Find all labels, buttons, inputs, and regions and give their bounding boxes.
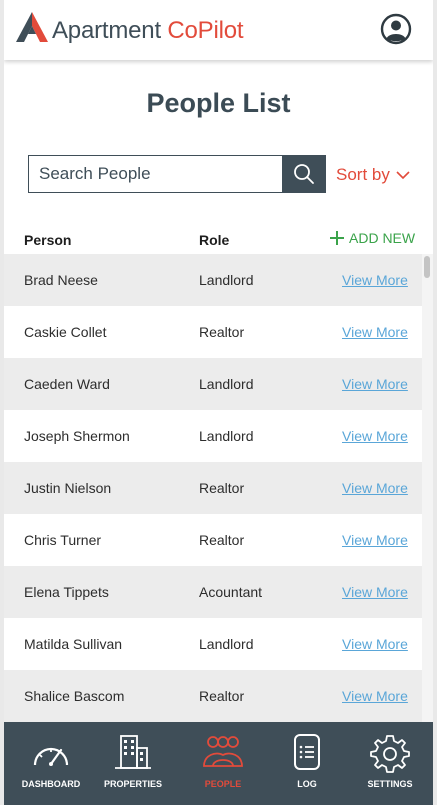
nav-dashboard[interactable]: DASHBOARD <box>4 722 98 805</box>
column-header-person: Person <box>24 232 72 248</box>
list-scrollbar[interactable] <box>422 254 433 722</box>
person-name: Elena Tippets <box>24 584 109 600</box>
sort-label: Sort by <box>336 165 390 184</box>
brand-accent-text: CoPilot <box>167 17 244 44</box>
view-more-link[interactable]: View More <box>342 688 408 704</box>
person-name: Shalice Bascom <box>24 688 125 704</box>
brand-main-text: Apartment <box>52 17 168 44</box>
view-more-link[interactable]: View More <box>342 324 408 340</box>
person-role: Acountant <box>199 584 263 600</box>
app-frame: Apartment CoPilot People List Sort by Pe… <box>4 0 433 805</box>
nav-label-people: PEOPLE <box>204 779 242 789</box>
nav-properties[interactable]: PROPERTIES <box>86 722 180 805</box>
view-more-link[interactable]: View More <box>342 532 408 548</box>
nav-log[interactable]: LOG <box>260 722 354 805</box>
people-icon <box>203 736 243 767</box>
view-more-link[interactable]: View More <box>342 480 408 496</box>
person-name: Chris Turner <box>24 532 102 548</box>
nav-settings[interactable]: SETTINGS <box>343 722 433 805</box>
top-header: Apartment CoPilot <box>4 0 433 60</box>
view-more-link[interactable]: View More <box>342 636 408 652</box>
page-title: People List <box>146 88 291 118</box>
person-role: Realtor <box>199 480 245 496</box>
add-new-label: ADD NEW <box>349 230 416 246</box>
view-more-link[interactable]: View More <box>342 428 408 444</box>
add-new-button[interactable]: ADD NEW <box>330 230 415 246</box>
person-role: Landlord <box>199 428 254 444</box>
list-item: Caeden Ward Landlord View More <box>4 358 422 410</box>
nav-label-log: LOG <box>297 779 317 789</box>
view-more-link[interactable]: View More <box>342 272 408 288</box>
list-item: Chris Turner Realtor View More <box>4 514 422 566</box>
people-list: Brad Neese Landlord View More Caskie Col… <box>4 254 433 722</box>
column-header-role: Role <box>199 232 230 248</box>
gear-icon <box>370 735 410 773</box>
list-item: Justin Nielson Realtor View More <box>4 462 422 514</box>
person-name: Joseph Shermon <box>24 428 130 444</box>
person-role: Landlord <box>199 272 254 288</box>
gauge-icon <box>33 747 69 766</box>
scrollbar-thumb[interactable] <box>424 256 430 278</box>
nav-people[interactable]: PEOPLE <box>176 722 270 805</box>
sort-dropdown[interactable]: Sort by <box>336 165 410 185</box>
view-more-link[interactable]: View More <box>342 584 408 600</box>
nav-label-settings: SETTINGS <box>367 779 413 789</box>
search-input[interactable] <box>28 155 284 193</box>
search-icon <box>294 164 314 184</box>
list-item: Shalice Bascom Realtor View More <box>4 670 422 722</box>
view-more-link[interactable]: View More <box>342 376 408 392</box>
nav-label-properties: PROPERTIES <box>103 779 162 789</box>
chevron-down-icon <box>396 170 410 179</box>
search-button[interactable] <box>282 155 326 193</box>
document-icon <box>294 734 320 770</box>
person-role: Landlord <box>199 376 254 392</box>
person-role: Landlord <box>199 636 254 652</box>
person-name: Matilda Sullivan <box>24 636 123 652</box>
list-item: Matilda Sullivan Landlord View More <box>4 618 422 670</box>
app-brand: Apartment CoPilot <box>52 17 244 45</box>
person-name: Caeden Ward <box>24 376 110 392</box>
logo-icon <box>16 12 48 42</box>
list-item: Brad Neese Landlord View More <box>4 254 422 306</box>
person-role: Realtor <box>199 324 245 340</box>
bottom-nav: DASHBOARD PROPERTIES PEOPLE LOG SETTINGS <box>4 722 433 805</box>
person-name: Brad Neese <box>24 272 98 288</box>
nav-label-dashboard: DASHBOARD <box>21 779 81 789</box>
buildings-icon <box>115 735 151 769</box>
person-name: Caskie Collet <box>24 324 107 340</box>
person-role: Realtor <box>199 688 245 704</box>
person-role: Realtor <box>199 532 245 548</box>
person-name: Justin Nielson <box>24 480 112 496</box>
plus-icon <box>330 231 344 245</box>
user-avatar-icon[interactable] <box>380 13 412 45</box>
list-item: Elena Tippets Acountant View More <box>4 566 422 618</box>
list-item: Joseph Shermon Landlord View More <box>4 410 422 462</box>
list-item: Caskie Collet Realtor View More <box>4 306 422 358</box>
